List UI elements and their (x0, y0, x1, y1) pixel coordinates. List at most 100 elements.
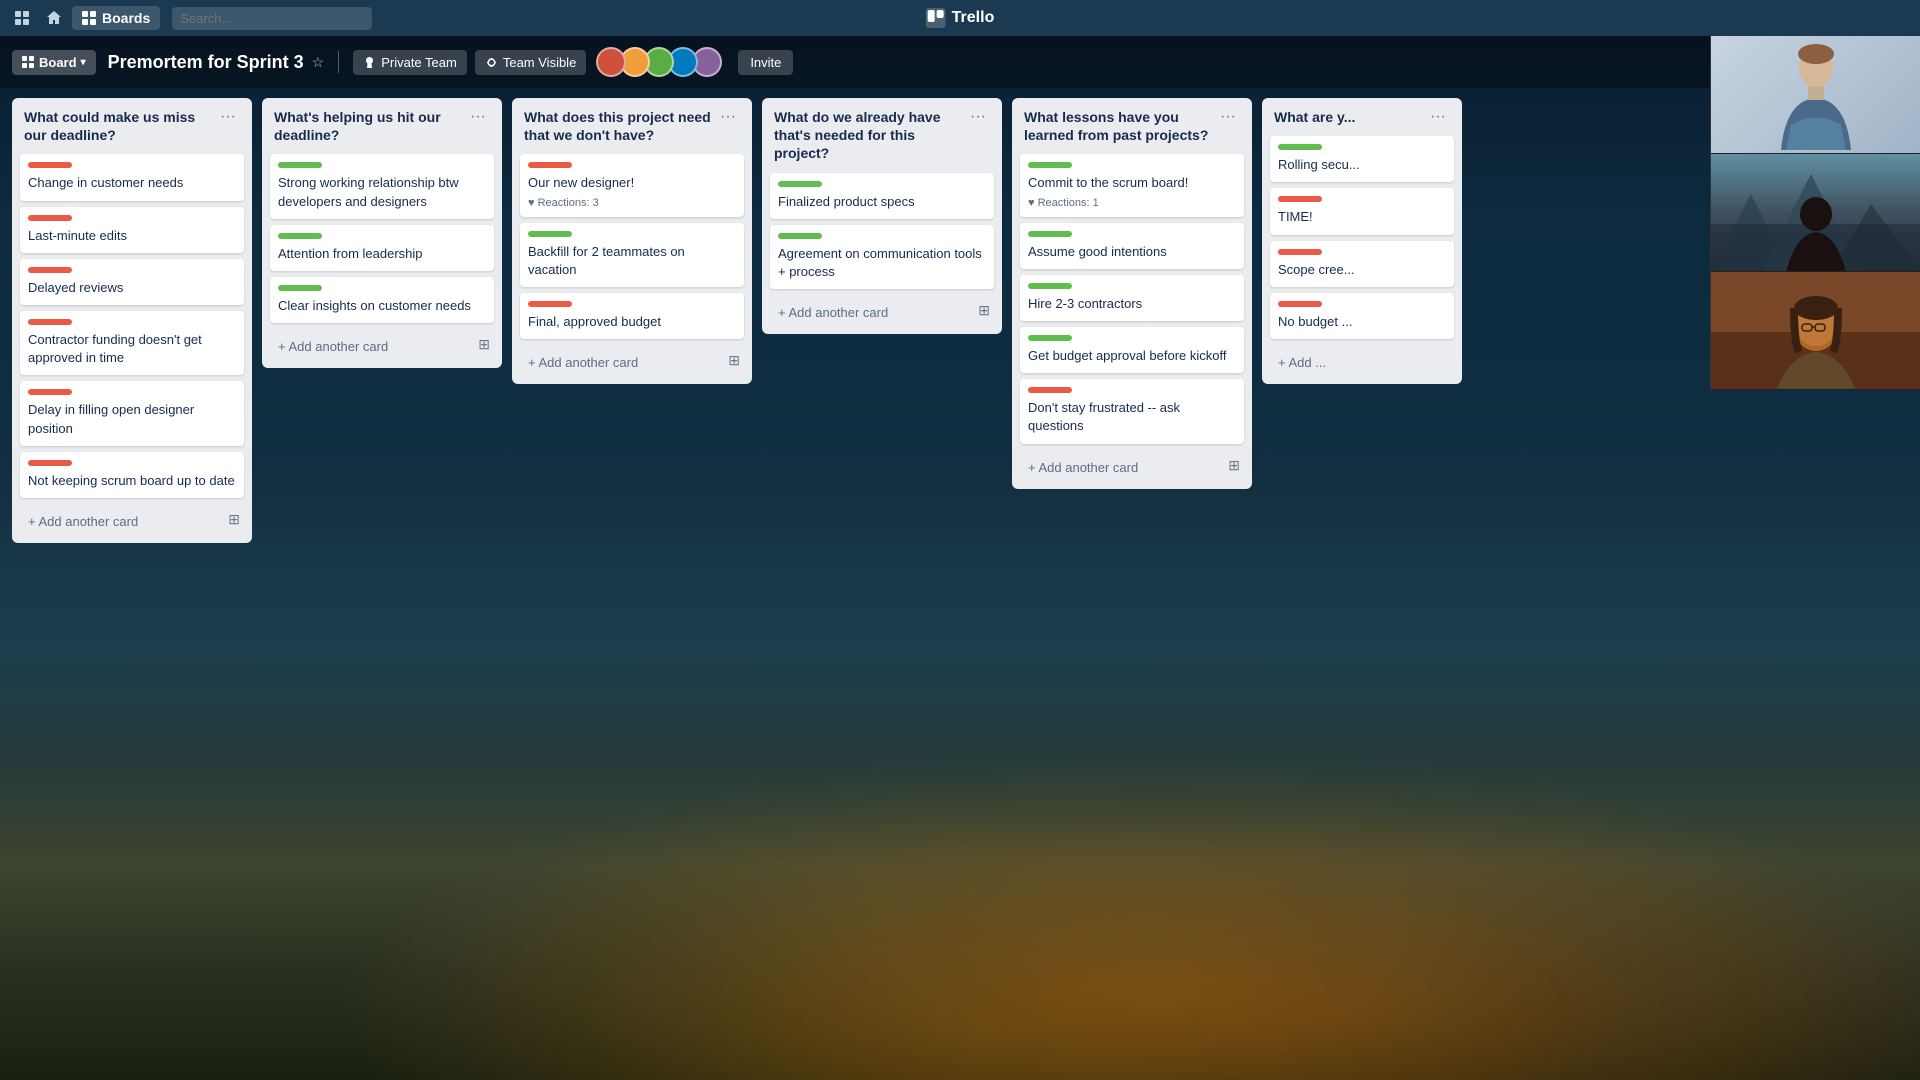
trello-logo: Trello (926, 8, 995, 28)
invite-label: Invite (750, 55, 781, 70)
list-3-header: What does this project need that we don'… (520, 106, 744, 146)
list-1-menu[interactable]: ··· (216, 108, 240, 126)
card-text: Delayed reviews (28, 279, 236, 297)
divider (338, 51, 339, 73)
card[interactable]: Final, approved budget (520, 293, 744, 339)
card-label-green (1028, 162, 1072, 168)
list-6-title: What are y... (1274, 108, 1426, 126)
card[interactable]: Attention from leadership (270, 225, 494, 271)
card-label-red (28, 267, 72, 273)
board-title: Premortem for Sprint 3 (108, 52, 304, 73)
card-label-green (1028, 283, 1072, 289)
card-text: Assume good intentions (1028, 243, 1236, 261)
card[interactable]: Finalized product specs (770, 173, 994, 219)
card[interactable]: Contractor funding doesn't get approved … (20, 311, 244, 375)
card-text: Hire 2-3 contractors (1028, 295, 1236, 313)
add-card-button[interactable]: + Add another card (270, 333, 396, 360)
video-panel (1710, 36, 1920, 390)
card[interactable]: Commit to the scrum board! ♥ Reactions: … (1020, 154, 1244, 216)
private-team-button[interactable]: Private Team (353, 50, 467, 75)
card-text: Finalized product specs (778, 193, 986, 211)
video-bg-2 (1711, 154, 1920, 271)
card-text: Don't stay frustrated -- ask questions (1028, 399, 1236, 435)
add-card-button[interactable]: + Add another card (20, 508, 146, 535)
card-template-icon[interactable]: ⊞ (224, 509, 244, 530)
card-template-icon[interactable]: ⊞ (1224, 455, 1244, 476)
card-text: Scope cree... (1278, 261, 1446, 279)
video-tile-1 (1711, 36, 1920, 154)
add-card-button[interactable]: + Add ... (1270, 349, 1334, 376)
card-label-red (28, 162, 72, 168)
card-text: No budget ... (1278, 313, 1446, 331)
card[interactable]: Delay in filling open designer position (20, 381, 244, 445)
card-text: Last-minute edits (28, 227, 236, 245)
board-btn-label: Board (39, 55, 77, 70)
list-2-menu[interactable]: ··· (466, 108, 490, 126)
grid-icon[interactable] (8, 4, 36, 32)
card-text: Clear insights on customer needs (278, 297, 486, 315)
card-reaction: ♥ Reactions: 1 (1028, 197, 1236, 209)
card[interactable]: Clear insights on customer needs (270, 277, 494, 323)
card-label-green (1028, 335, 1072, 341)
add-card-button[interactable]: + Add another card (1020, 454, 1146, 481)
card[interactable]: TIME! (1270, 188, 1454, 234)
list-1-title: What could make us miss our deadline? (24, 108, 216, 144)
team-visible-button[interactable]: Team Visible (475, 50, 586, 75)
card[interactable]: Our new designer! ♥ Reactions: 3 (520, 154, 744, 216)
invite-button[interactable]: Invite (738, 50, 793, 75)
add-card-row: + Add another card ⊞ (20, 504, 244, 535)
add-card-row: + Add ... (1270, 345, 1454, 376)
card[interactable]: Last-minute edits (20, 207, 244, 253)
list-2-header: What's helping us hit our deadline? ··· (270, 106, 494, 146)
add-card-button[interactable]: + Add another card (520, 349, 646, 376)
search-input[interactable] (172, 7, 372, 30)
card[interactable]: Not keeping scrum board up to date (20, 452, 244, 498)
card-template-icon[interactable]: ⊞ (474, 334, 494, 355)
card[interactable]: Strong working relationship btw develope… (270, 154, 494, 218)
add-card-row: + Add another card ⊞ (1020, 450, 1244, 481)
boards-label: Boards (102, 10, 150, 26)
avatar-group (602, 47, 722, 77)
card[interactable]: Hire 2-3 contractors (1020, 275, 1244, 321)
list-4-header: What do we already have that's needed fo… (770, 106, 994, 165)
list-3-menu[interactable]: ··· (716, 108, 740, 126)
card[interactable]: Rolling secu... (1270, 136, 1454, 182)
card-label-red (1028, 387, 1072, 393)
topbar: Boards Trello (0, 0, 1920, 36)
card-text: Not keeping scrum board up to date (28, 472, 236, 490)
card-text: Contractor funding doesn't get approved … (28, 331, 236, 367)
add-card-row: + Add another card ⊞ (270, 329, 494, 360)
list-3-title: What does this project need that we don'… (524, 108, 716, 144)
add-card-label: + Add another card (778, 305, 888, 320)
card[interactable]: Backfill for 2 teammates on vacation (520, 223, 744, 287)
card-template-icon[interactable]: ⊞ (974, 300, 994, 321)
card[interactable]: Agreement on communication tools + proce… (770, 225, 994, 289)
boards-button[interactable]: Boards (72, 6, 160, 30)
avatar-1[interactable] (596, 47, 626, 77)
card-label-red (528, 301, 572, 307)
card[interactable]: Don't stay frustrated -- ask questions (1020, 379, 1244, 443)
card-label-red (28, 215, 72, 221)
card[interactable]: Assume good intentions (1020, 223, 1244, 269)
list-5-title: What lessons have you learned from past … (1024, 108, 1216, 144)
card-label-green (278, 233, 322, 239)
card-template-icon[interactable]: ⊞ (724, 350, 744, 371)
card-label-red (28, 319, 72, 325)
star-icon[interactable]: ☆ (312, 54, 325, 71)
list-6-menu[interactable]: ··· (1426, 108, 1450, 126)
add-card-button[interactable]: + Add another card (770, 299, 896, 326)
home-icon[interactable] (40, 4, 68, 32)
search-area (172, 7, 372, 30)
card-text: Change in customer needs (28, 174, 236, 192)
card[interactable]: Change in customer needs (20, 154, 244, 200)
card[interactable]: Delayed reviews (20, 259, 244, 305)
list-4-menu[interactable]: ··· (966, 108, 990, 126)
card[interactable]: Get budget approval before kickoff (1020, 327, 1244, 373)
list-2-title: What's helping us hit our deadline? (274, 108, 466, 144)
video-tile-3 (1711, 272, 1920, 390)
card[interactable]: Scope cree... (1270, 241, 1454, 287)
board-view-button[interactable]: Board ▾ (12, 50, 96, 75)
list-5: What lessons have you learned from past … (1012, 98, 1252, 489)
list-5-menu[interactable]: ··· (1216, 108, 1240, 126)
card[interactable]: No budget ... (1270, 293, 1454, 339)
